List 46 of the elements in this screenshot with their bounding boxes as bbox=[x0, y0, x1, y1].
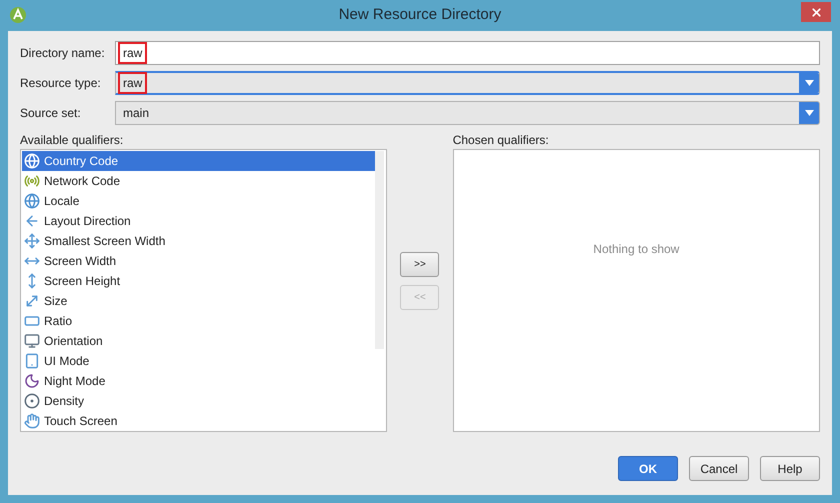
diagonal-arrow-icon bbox=[24, 293, 40, 309]
qualifier-item[interactable]: Locale bbox=[22, 191, 378, 211]
field-value: raw bbox=[118, 72, 148, 94]
scrollbar[interactable] bbox=[375, 151, 384, 349]
dropdown[interactable]: main bbox=[115, 101, 820, 125]
window-title: New Resource Directory bbox=[338, 5, 502, 26]
close-icon bbox=[810, 6, 822, 18]
field-label: Directory name: bbox=[20, 45, 106, 62]
empty-message: Nothing to show bbox=[593, 241, 680, 256]
dialog-button[interactable]: Help bbox=[760, 456, 820, 481]
globe-icon bbox=[24, 193, 40, 209]
qualifier-item[interactable]: Ratio bbox=[22, 311, 378, 331]
moon-icon bbox=[24, 373, 40, 389]
hand-icon bbox=[24, 413, 40, 429]
qualifier-item[interactable]: Size bbox=[22, 291, 378, 311]
close-button[interactable] bbox=[801, 2, 831, 22]
field-label: Resource type: bbox=[20, 75, 102, 92]
qualifier-item[interactable]: Night Mode bbox=[22, 371, 378, 391]
qualifier-item[interactable]: Screen Height bbox=[22, 271, 378, 291]
qualifier-item[interactable]: Network Code bbox=[22, 171, 378, 191]
list-label: Available qualifiers: bbox=[20, 132, 124, 149]
move-button[interactable]: >> bbox=[400, 252, 440, 277]
list-label: Chosen qualifiers: bbox=[452, 132, 550, 149]
text-field[interactable]: raw bbox=[115, 41, 820, 65]
field-value: main bbox=[122, 105, 150, 122]
tablet-icon bbox=[24, 353, 40, 369]
qualifier-item[interactable]: UI Mode bbox=[22, 351, 378, 371]
field-label: Source set: bbox=[20, 105, 82, 122]
dialog-button[interactable]: Cancel bbox=[689, 456, 749, 481]
dropdown[interactable]: raw bbox=[115, 71, 820, 95]
circle-dot-icon bbox=[24, 393, 40, 409]
qualifier-item[interactable]: Touch Screen bbox=[22, 411, 378, 431]
qualifier-item[interactable]: Country Code bbox=[22, 151, 378, 171]
qualifier-item[interactable]: Density bbox=[22, 391, 378, 411]
qualifier-item[interactable]: Screen Width bbox=[22, 251, 378, 271]
four-way-arrow-icon bbox=[24, 233, 40, 249]
monitor-icon bbox=[24, 333, 40, 349]
android-icon bbox=[9, 6, 27, 24]
globe-icon bbox=[24, 153, 40, 169]
dialog-button[interactable]: OK bbox=[618, 456, 678, 481]
qualifier-item[interactable]: Orientation bbox=[22, 331, 378, 351]
field-value: raw bbox=[118, 42, 148, 64]
qualifier-item[interactable]: Layout Direction bbox=[22, 211, 378, 231]
left-arrow-icon bbox=[24, 213, 40, 229]
qualifier-item[interactable]: Smallest Screen Width bbox=[22, 231, 378, 251]
antenna-icon bbox=[24, 173, 40, 189]
